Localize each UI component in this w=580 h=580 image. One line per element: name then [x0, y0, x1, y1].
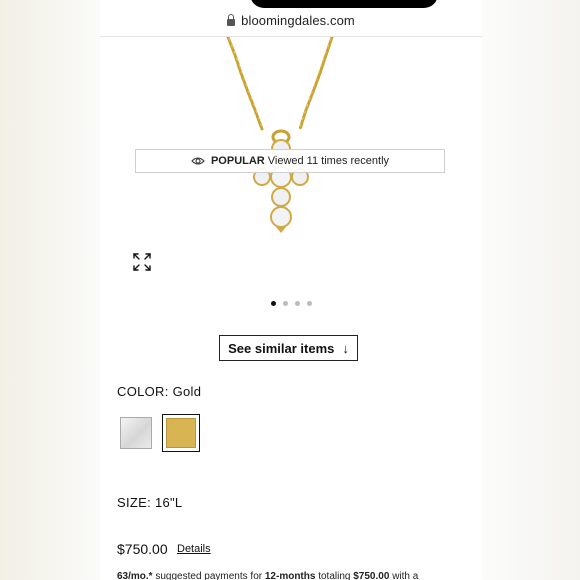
silver-swatch[interactable] — [120, 417, 152, 449]
background-left — [0, 0, 100, 580]
carousel-dot[interactable] — [282, 301, 288, 306]
browser-address-bar[interactable]: bloomingdales.com — [100, 0, 482, 37]
lock-icon — [227, 14, 236, 26]
url-text: bloomingdales.com — [241, 13, 355, 28]
color-selection-label: COLOR: Gold — [117, 384, 201, 399]
financing-total: $750.00 — [353, 571, 390, 580]
financing-monthly: 63/mo.* — [117, 571, 153, 580]
see-similar-label: See similar items — [228, 340, 335, 356]
size-value: 16"L — [154, 495, 183, 510]
carousel-dot[interactable] — [306, 301, 312, 306]
product-price: $750.00 — [117, 541, 168, 557]
price-details-link[interactable]: Details — [177, 543, 211, 555]
gold-swatch — [166, 418, 196, 448]
arrow-down-icon: ↓ — [342, 340, 349, 356]
url-display[interactable]: bloomingdales.com — [100, 13, 482, 28]
carousel-dot[interactable] — [294, 301, 300, 306]
size-selection-label: SIZE: 16"L — [117, 495, 182, 510]
eye-icon — [191, 157, 205, 165]
financing-text-3: with a — [392, 571, 419, 580]
phone-screen: bloomingdales.com POPULAR Viewed 11 time… — [100, 0, 482, 580]
financing-text-1: suggested payments for — [155, 571, 263, 580]
financing-text-2: totaling — [318, 571, 351, 580]
see-similar-items-button[interactable]: See similar items ↓ — [219, 335, 358, 361]
financing-info: 63/mo.* suggested payments for 12-months… — [117, 571, 418, 580]
expand-icon[interactable] — [132, 252, 152, 272]
popular-label: POPULAR — [210, 155, 265, 167]
gold-swatch-selected[interactable] — [162, 414, 200, 452]
carousel-dots — [100, 301, 482, 306]
popular-text: Viewed 11 times recently — [267, 155, 390, 167]
popular-banner: POPULAR Viewed 11 times recently — [135, 149, 445, 173]
color-label: COLOR: — [117, 384, 169, 399]
color-value: Gold — [172, 384, 202, 399]
phone-notch — [250, 0, 438, 8]
background-right — [482, 0, 580, 580]
financing-term: 12-months — [264, 571, 316, 580]
size-label: SIZE: — [117, 495, 152, 510]
carousel-dot[interactable] — [270, 301, 276, 306]
